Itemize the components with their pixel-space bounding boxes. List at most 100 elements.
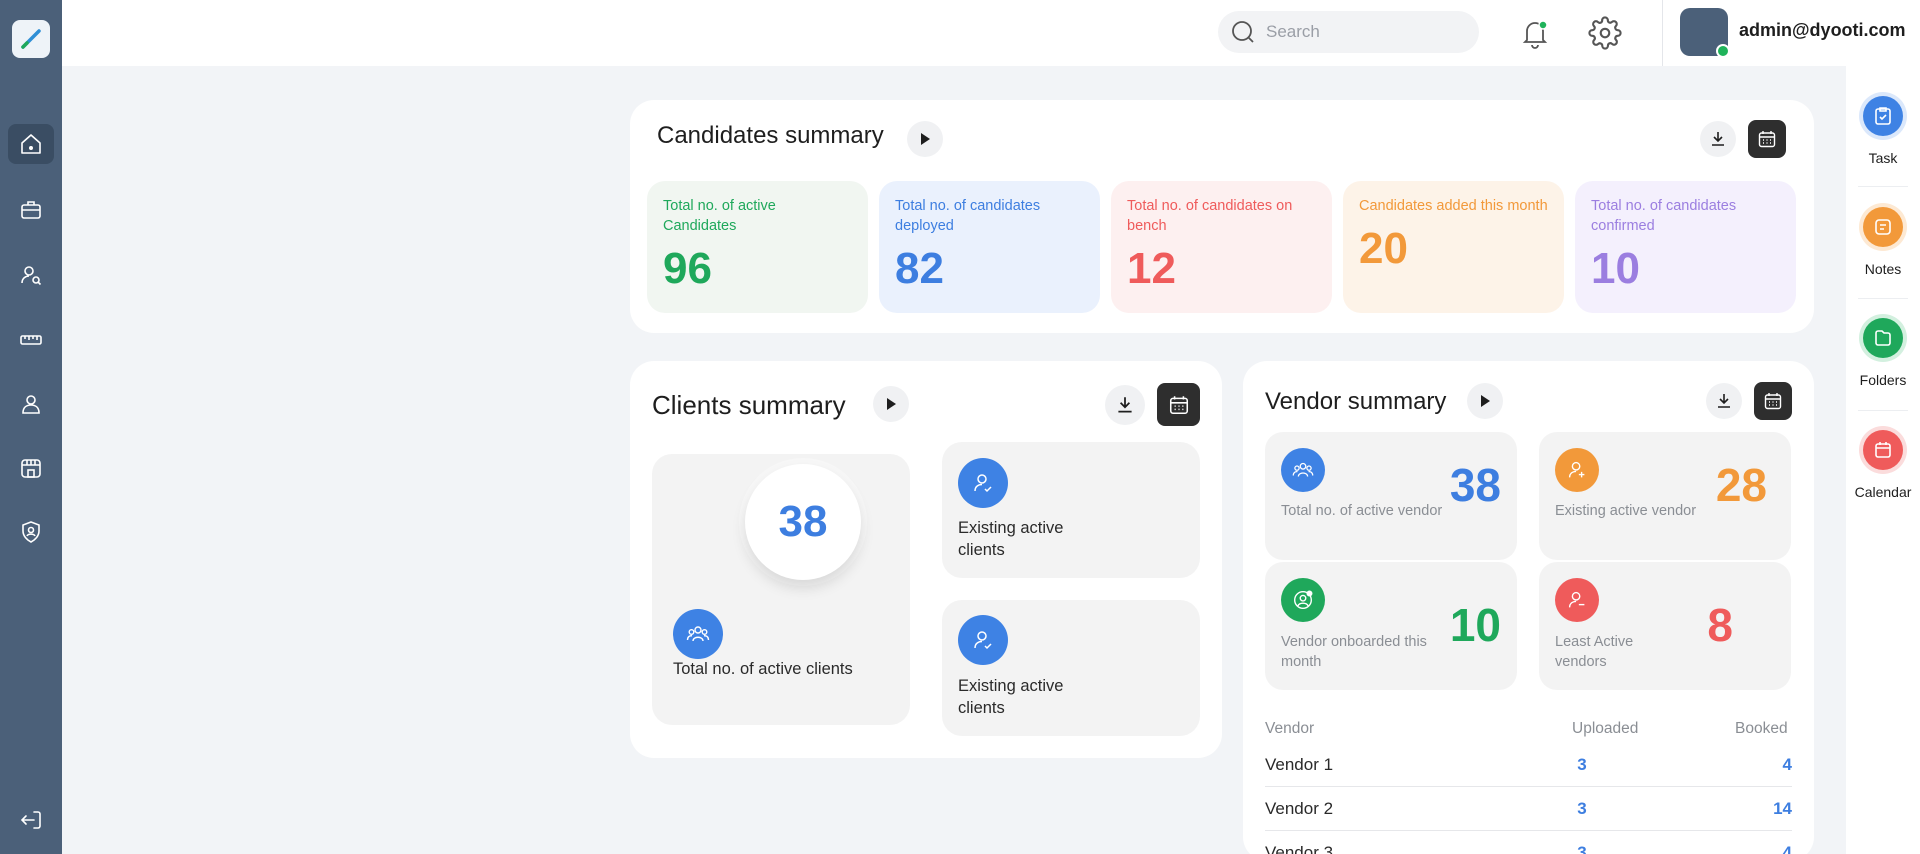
vendor-calendar-button[interactable] xyxy=(1754,382,1792,420)
vendor-uploaded[interactable]: 3 xyxy=(1567,755,1597,775)
settings-button[interactable] xyxy=(1588,16,1622,50)
client-check-icon xyxy=(958,458,1008,508)
vendor-table-row[interactable]: Vendor 2 3 14 xyxy=(1265,787,1792,831)
play-icon xyxy=(1481,395,1490,407)
home-icon xyxy=(21,134,41,154)
app-logo[interactable] xyxy=(12,20,50,58)
vendor-download-button[interactable] xyxy=(1706,383,1742,419)
vendor-booked[interactable]: 14 xyxy=(1752,799,1792,819)
stat-value: 12 xyxy=(1127,244,1176,293)
vendor-tile-least-active[interactable]: 8 Least Active vendors xyxy=(1539,562,1791,690)
notes-icon xyxy=(1863,207,1903,247)
calendar-icon xyxy=(1169,395,1188,414)
total-clients-value: 38 xyxy=(745,464,861,580)
sidebar-item-admin[interactable] xyxy=(8,512,54,552)
notifications-button[interactable] xyxy=(1518,16,1552,50)
bell-icon xyxy=(1522,20,1548,49)
shield-user-icon xyxy=(22,521,40,543)
clients-expand-button[interactable] xyxy=(873,386,909,422)
vendor-tile-label: Existing active vendor xyxy=(1555,503,1697,519)
rail-item-calendar[interactable]: Calendar xyxy=(1846,420,1920,520)
vendor-onboard-icon xyxy=(1281,578,1325,622)
stat-value: 10 xyxy=(1591,244,1640,293)
vendor-table-row[interactable]: Vendor 1 3 4 xyxy=(1265,743,1792,787)
vendor-booked[interactable]: 4 xyxy=(1752,755,1792,775)
stat-candidates-deployed[interactable]: Total no. of candidates deployed 82 xyxy=(879,181,1100,313)
candidates-expand-button[interactable] xyxy=(907,121,943,157)
vendor-add-icon xyxy=(1555,448,1599,492)
stat-label: Total no. of candidates deployed xyxy=(895,198,1041,234)
vendor-name: Vendor 2 xyxy=(1265,799,1334,818)
stat-label: Total no. of candidates confirmed xyxy=(1591,198,1737,234)
sidebar-item-people[interactable] xyxy=(8,384,54,424)
clients-download-button[interactable] xyxy=(1105,385,1145,425)
vendor-summary-title: Vendor summary xyxy=(1265,388,1447,415)
clients-calendar-button[interactable] xyxy=(1157,383,1200,426)
top-bar xyxy=(62,0,1920,66)
search-icon xyxy=(1232,21,1254,43)
search-input[interactable] xyxy=(1266,22,1456,42)
sidebar-item-measure[interactable] xyxy=(8,320,54,360)
calendar-icon xyxy=(1758,131,1776,148)
stat-value: 96 xyxy=(663,244,712,293)
play-icon xyxy=(921,133,930,145)
vendor-tile-existing[interactable]: 28 Existing active vendor xyxy=(1539,432,1791,560)
stat-active-candidates[interactable]: Total no. of active Candidates 96 xyxy=(647,181,868,313)
vendor-table-header-vendor: Vendor xyxy=(1265,720,1315,737)
existing-clients-label: Existing active clients xyxy=(958,519,1064,559)
candidates-calendar-button[interactable] xyxy=(1748,120,1786,158)
stat-candidates-added[interactable]: Candidates added this month 20 xyxy=(1343,181,1564,313)
sidebar-item-vendors[interactable] xyxy=(8,448,54,488)
person-icon xyxy=(22,395,40,414)
rail-item-task[interactable]: Task xyxy=(1846,86,1920,186)
search-box[interactable] xyxy=(1218,11,1479,53)
vendor-uploaded[interactable]: 3 xyxy=(1567,843,1597,854)
total-clients-label: Total no. of active clients xyxy=(673,660,853,678)
vendor-tile-label: Least Active vendors xyxy=(1555,634,1634,670)
stat-candidates-confirmed[interactable]: Total no. of candidates confirmed 10 xyxy=(1575,181,1796,313)
vendor-tile-label: Vendor onboarded this month xyxy=(1281,634,1427,670)
stat-candidates-bench[interactable]: Total no. of candidates on bench 12 xyxy=(1111,181,1332,313)
rail-label: Folders xyxy=(1859,372,1907,388)
vendor-name: Vendor 1 xyxy=(1265,755,1334,774)
stat-value: 20 xyxy=(1359,224,1408,273)
vendor-uploaded[interactable]: 3 xyxy=(1567,799,1597,819)
play-icon xyxy=(887,398,896,410)
task-icon xyxy=(1863,96,1903,136)
candidates-summary-title: Candidates summary xyxy=(657,122,884,149)
vendor-tile-value: 8 xyxy=(1707,599,1733,651)
client-check-icon xyxy=(958,615,1008,665)
sidebar-item-logout[interactable] xyxy=(8,800,54,840)
download-icon xyxy=(1118,397,1132,413)
rail-divider xyxy=(1858,410,1908,411)
header-divider xyxy=(1662,0,1663,66)
rail-label: Calendar xyxy=(1854,484,1912,500)
sidebar-item-home[interactable] xyxy=(8,124,54,164)
folder-icon xyxy=(1863,318,1903,358)
vendor-table-row[interactable]: Vendor 3 3 4 xyxy=(1265,831,1792,854)
vendor-tile-onboarded[interactable]: 10 Vendor onboarded this month xyxy=(1265,562,1517,690)
user-email[interactable]: admin@dyooti.com xyxy=(1739,20,1906,41)
rail-item-notes[interactable]: Notes xyxy=(1846,197,1920,297)
candidates-download-button[interactable] xyxy=(1700,121,1736,157)
vendor-tile-value: 10 xyxy=(1449,599,1501,651)
clients-group-icon xyxy=(673,609,723,659)
stat-label: Total no. of active Candidates xyxy=(663,198,776,234)
download-icon xyxy=(1712,132,1724,146)
calendar-icon xyxy=(1764,393,1782,410)
vendor-tile-label: Total no. of active vendor xyxy=(1281,503,1443,519)
online-status-dot xyxy=(1716,44,1730,58)
rail-item-folders[interactable]: Folders xyxy=(1846,308,1920,408)
calendar-icon xyxy=(1863,430,1903,470)
vendor-tile-active[interactable]: 38 Total no. of active vendor xyxy=(1265,432,1517,560)
vendor-expand-button[interactable] xyxy=(1467,383,1503,419)
sidebar-item-candidates[interactable] xyxy=(8,255,54,295)
left-sidebar xyxy=(0,0,62,854)
briefcase-icon xyxy=(21,201,41,219)
user-avatar[interactable] xyxy=(1680,8,1730,58)
download-icon xyxy=(1718,394,1730,408)
sidebar-item-jobs[interactable] xyxy=(8,190,54,230)
gear-icon xyxy=(1588,16,1622,50)
vendor-booked[interactable]: 4 xyxy=(1752,843,1792,854)
logout-icon xyxy=(20,811,41,829)
